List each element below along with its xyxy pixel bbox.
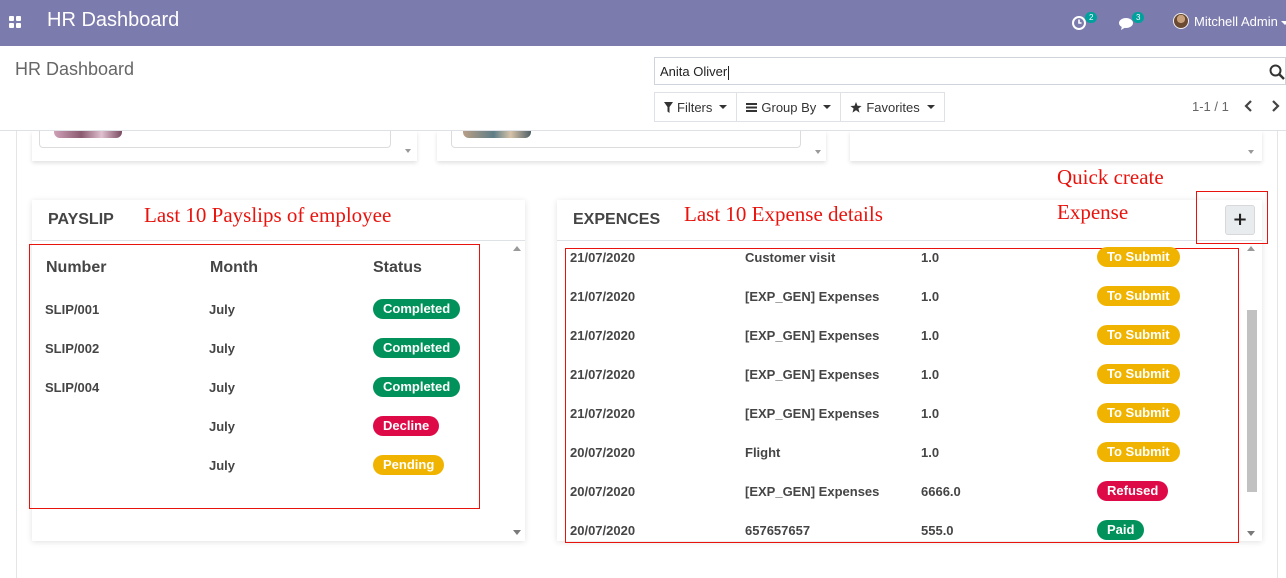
payslip-number: SLIP/001 bbox=[45, 302, 100, 317]
payslip-scroll-down-icon[interactable] bbox=[513, 530, 521, 535]
expense-date: 21/07/2020 bbox=[570, 250, 636, 265]
quick-create-annotation-line2: Expense bbox=[1057, 200, 1129, 224]
expense-description: [EXP_GEN] Expenses bbox=[745, 484, 880, 499]
chevron-left-icon[interactable] bbox=[1243, 99, 1255, 113]
employee-card-3 bbox=[850, 131, 1262, 161]
expense-amount: 1.0 bbox=[921, 289, 940, 304]
expense-status-badge: To Submit bbox=[1097, 442, 1180, 462]
user-menu-caret-icon[interactable] bbox=[1281, 21, 1286, 25]
content-right-border bbox=[1277, 131, 1278, 578]
expense-status-badge: To Submit bbox=[1097, 286, 1180, 306]
breadcrumb: HR Dashboard bbox=[15, 59, 135, 79]
filter-icon bbox=[664, 101, 673, 113]
expense-status-badge: To Submit bbox=[1097, 325, 1180, 345]
control-panel: HR Dashboard Anita Oliver Filters Group … bbox=[0, 46, 1286, 131]
payslip-month: July bbox=[209, 341, 236, 356]
expense-status-badge: To Submit bbox=[1097, 403, 1180, 423]
search-input-value: Anita Oliver bbox=[660, 64, 730, 80]
pager-value[interactable]: 1-1 / 1 bbox=[1192, 99, 1229, 114]
expense-amount: 1.0 bbox=[921, 250, 940, 265]
payslip-status-badge: Pending bbox=[373, 455, 445, 475]
messages-count-badge: 3 bbox=[1132, 12, 1145, 23]
employee-photo-1 bbox=[54, 131, 122, 138]
payslip-status-badge: Completed bbox=[373, 338, 461, 358]
expense-status-badge: Paid bbox=[1097, 520, 1145, 540]
expense-description: [EXP_GEN] Expenses bbox=[745, 289, 880, 304]
expense-date: 20/07/2020 bbox=[570, 445, 636, 460]
expense-status-badge: Refused bbox=[1097, 481, 1169, 501]
expense-description: [EXP_GEN] Expenses bbox=[745, 406, 880, 421]
expense-date: 21/07/2020 bbox=[570, 328, 636, 343]
card-1-scroll-down-icon[interactable] bbox=[405, 149, 411, 153]
expense-status-badge: To Submit bbox=[1097, 247, 1180, 267]
payslip-status-badge: Completed bbox=[373, 377, 461, 397]
search-input[interactable]: Anita Oliver bbox=[654, 57, 1286, 85]
payslip-scroll-up-icon[interactable] bbox=[513, 246, 521, 251]
employee-photo-2 bbox=[463, 131, 531, 138]
app-title[interactable]: HR Dashboard bbox=[47, 9, 179, 32]
user-avatar[interactable] bbox=[1173, 13, 1189, 29]
card-2-scroll-down-icon[interactable] bbox=[815, 150, 821, 154]
dashboard-content: PAYSLIP Last 10 Payslips of employee Num… bbox=[0, 131, 1286, 578]
expenses-scroll-up-icon[interactable] bbox=[1247, 246, 1255, 251]
content-left-border bbox=[16, 131, 17, 578]
list-icon bbox=[746, 102, 758, 112]
employee-card-2 bbox=[437, 131, 826, 161]
payslip-month: July bbox=[209, 380, 236, 395]
apps-grid-icon[interactable] bbox=[9, 16, 21, 28]
expense-date: 21/07/2020 bbox=[570, 406, 636, 421]
search-options-group: Filters Group By Favorites bbox=[654, 92, 945, 122]
payslip-annotation: Last 10 Payslips of employee bbox=[144, 203, 392, 227]
favorites-button[interactable]: Favorites bbox=[840, 92, 945, 122]
expense-description: [EXP_GEN] Expenses bbox=[745, 328, 880, 343]
payslip-col-status: Status bbox=[373, 259, 422, 276]
chevron-right-icon[interactable] bbox=[1269, 99, 1281, 113]
expenses-annotation: Last 10 Expense details bbox=[684, 202, 883, 226]
expense-description: Customer visit bbox=[745, 250, 836, 265]
payslip-number: SLIP/004 bbox=[45, 380, 100, 395]
expenses-scrollbar-thumb[interactable] bbox=[1247, 310, 1257, 492]
payslip-month: July bbox=[209, 302, 236, 317]
expense-date: 20/07/2020 bbox=[570, 484, 636, 499]
expense-date: 21/07/2020 bbox=[570, 289, 636, 304]
expense-amount: 1.0 bbox=[921, 445, 940, 460]
payslip-status-badge: Completed bbox=[373, 299, 461, 319]
expense-amount: 1.0 bbox=[921, 328, 940, 343]
expense-description: [EXP_GEN] Expenses bbox=[745, 367, 880, 382]
expense-description: 657657657 bbox=[745, 523, 811, 538]
filters-button[interactable]: Filters bbox=[654, 92, 738, 122]
quick-create-annotation-line1: Quick create bbox=[1057, 165, 1164, 189]
expense-status-badge: To Submit bbox=[1097, 364, 1180, 384]
payslip-header-divider bbox=[32, 240, 525, 241]
expense-amount: 1.0 bbox=[921, 367, 940, 382]
top-navbar: HR Dashboard 2 3 Mitchell Admin bbox=[0, 0, 1286, 46]
payslip-status-badge: Decline bbox=[373, 416, 440, 436]
payslip-number: SLIP/002 bbox=[45, 341, 100, 356]
user-menu[interactable]: Mitchell Admin bbox=[1194, 14, 1278, 29]
payslip-month: July bbox=[209, 419, 236, 434]
expenses-scroll-down-icon[interactable] bbox=[1247, 531, 1255, 536]
expenses-header-divider bbox=[557, 240, 1262, 241]
expense-amount: 1.0 bbox=[921, 406, 940, 421]
employee-card-1 bbox=[32, 131, 417, 161]
payslip-month: July bbox=[209, 458, 236, 473]
group-by-button[interactable]: Group By bbox=[736, 92, 842, 122]
star-icon bbox=[850, 101, 862, 113]
card-3-scroll-down-icon[interactable] bbox=[1248, 150, 1254, 154]
expense-description: Flight bbox=[745, 445, 781, 460]
activity-count-badge: 2 bbox=[1085, 12, 1098, 23]
payslip-col-month: Month bbox=[210, 259, 258, 276]
expense-date: 21/07/2020 bbox=[570, 367, 636, 382]
payslip-title: PAYSLIP bbox=[48, 211, 114, 228]
expenses-title: EXPENCES bbox=[573, 211, 661, 228]
expense-date: 20/07/2020 bbox=[570, 523, 636, 538]
search-icon[interactable] bbox=[1269, 64, 1285, 80]
expense-amount: 555.0 bbox=[921, 523, 954, 538]
add-expense-button[interactable]: + bbox=[1225, 205, 1255, 235]
payslip-col-number: Number bbox=[46, 259, 107, 276]
expense-amount: 6666.0 bbox=[921, 484, 961, 499]
